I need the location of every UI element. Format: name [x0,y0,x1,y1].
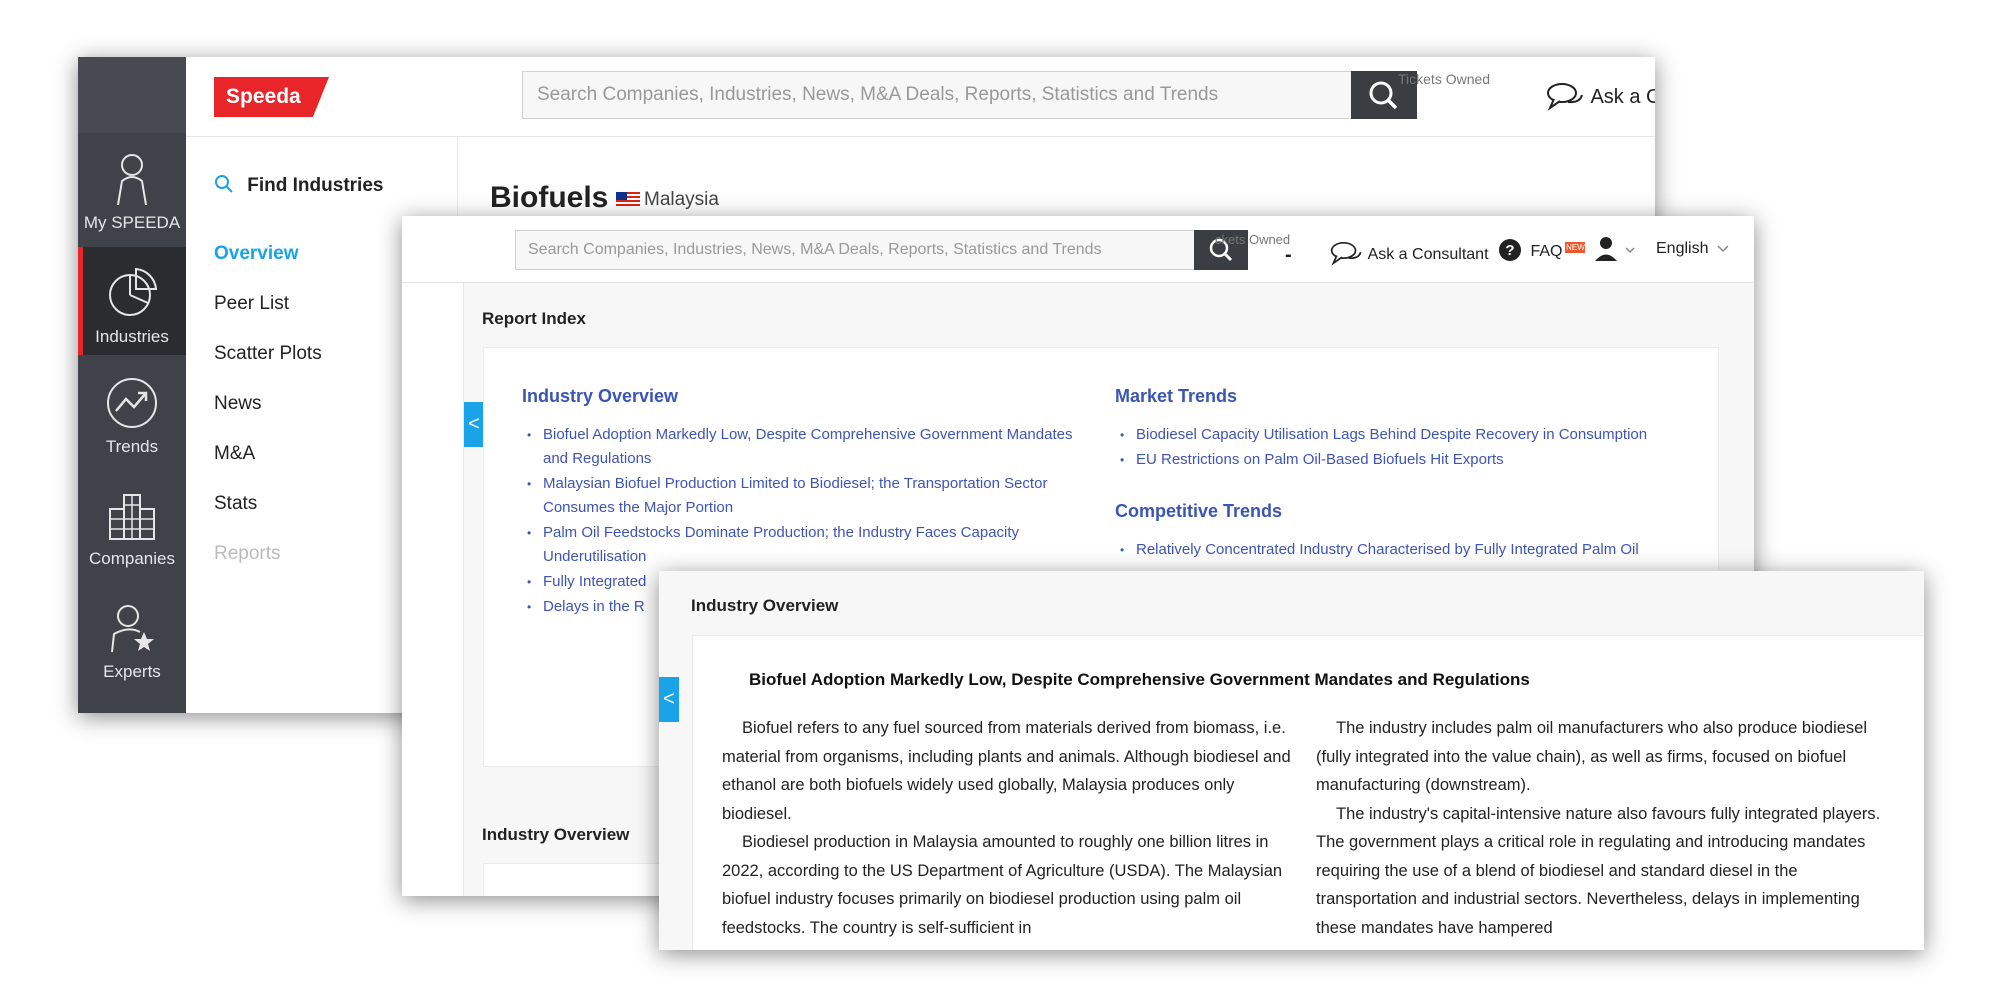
faq-link[interactable]: ? FAQ NEW [1498,238,1586,262]
tickets-owned-label: Tickets Owned [1398,71,1491,87]
search-icon [215,175,233,193]
page-title: Biofuels [490,181,609,214]
article-paragraph: Biofuel refers to any fuel sourced from … [722,719,1291,823]
rail-label: Companies [89,549,175,568]
rail-item-industries[interactable]: Industries [78,247,186,355]
malaysia-flag-icon [616,192,640,206]
left-strip [402,283,464,896]
search-input[interactable]: Search Companies, Industries, News, M&A … [515,230,1195,270]
new-badge: NEW [1565,242,1586,253]
find-industries-label: Find Industries [247,175,384,196]
article-heading: Biofuel Adoption Markedly Low, Despite C… [749,670,1530,689]
industry-overview-heading[interactable]: Industry Overview [522,386,678,407]
nav-item-reports: Reports [214,543,281,564]
collapse-tab-button[interactable]: < [464,402,484,447]
person-icon [117,154,147,206]
article-paragraph: The industry's capital-intensive nature … [1316,804,1881,937]
rail-label: My SPEEDA [83,213,181,232]
tickets-owned-value: - [1285,244,1292,266]
side-rail: My SPEEDA Industries Trends Companies Ex… [78,57,186,713]
user-icon [1595,237,1635,261]
rail-item-trends[interactable]: Trends [78,357,186,465]
ask-consultant-label: Ask a Consultant [1590,86,1655,108]
country-label: Malaysia [644,189,719,210]
report-link[interactable]: Palm Oil Feedstocks Dominate Production;… [521,521,1101,569]
report-link[interactable]: Biodiesel Capacity Utilisation Lags Behi… [1114,423,1714,447]
top-header: Speeda Search Companies, Industries, New… [186,57,1655,137]
rail-item-companies[interactable]: Companies [78,469,186,577]
report-index-title: Report Index [482,309,586,328]
nav-item-news[interactable]: News [214,393,262,415]
help-icon: ? [1499,239,1521,261]
user-menu[interactable] [1594,236,1638,267]
industry-overview-window: Industry Overview < Biofuel Adoption Mar… [659,571,1924,950]
tickets-owned-label: ckets Owned [1215,232,1291,247]
report-link[interactable]: Biofuel Adoption Markedly Low, Despite C… [521,423,1101,471]
top-header: Search Companies, Industries, News, M&A … [402,216,1754,283]
ask-consultant-link[interactable]: Ask a Consultant [1330,240,1489,266]
find-industries-link[interactable]: Find Industries [214,174,383,197]
rail-item-my-speeda[interactable]: My SPEEDA [78,133,186,241]
report-link[interactable]: Relatively Concentrated Industry Charact… [1114,538,1714,562]
nav-item-stats[interactable]: Stats [214,493,257,515]
industry-overview-section-title: Industry Overview [482,825,630,844]
collapse-tab-button[interactable]: < [659,677,679,722]
article-column-left: Biofuel refers to any fuel sourced from … [722,714,1292,942]
competitive-trends-links: Relatively Concentrated Industry Charact… [1114,538,1714,563]
report-link[interactable]: Malaysian Biofuel Production Limited to … [521,472,1101,520]
trend-arrow-icon [107,378,157,428]
language-select[interactable]: English [1656,240,1730,258]
article-paragraph: Biodiesel production in Malaysia amounte… [722,833,1283,937]
article-paragraph: The industry includes palm oil manufactu… [1316,719,1868,794]
rail-label: Industries [95,327,169,346]
search-input[interactable]: Search Companies, Industries, News, M&A … [522,71,1352,119]
nav-item-overview[interactable]: Overview [214,243,299,265]
faq-label: FAQ [1530,243,1563,260]
speeda-logo[interactable]: Speeda [214,77,329,117]
rail-item-experts[interactable]: Experts [78,582,186,690]
nav-item-scatter-plots[interactable]: Scatter Plots [214,343,322,365]
market-trends-heading[interactable]: Market Trends [1115,386,1237,407]
country-tag: Malaysia [616,189,719,211]
nav-item-ma[interactable]: M&A [214,443,255,465]
rail-top [78,57,186,133]
chat-bubbles-icon [1330,241,1362,266]
article-column-right: The industry includes palm oil manufactu… [1316,714,1886,942]
language-label: English [1656,240,1709,257]
expert-icon [111,605,154,653]
chevron-down-icon [1717,245,1729,253]
section-title: Industry Overview [691,596,839,615]
rail-label: Experts [103,662,161,681]
report-link[interactable]: EU Restrictions on Palm Oil-Based Biofue… [1114,448,1714,472]
buildings-icon [109,494,155,540]
pie-chart-icon [109,267,158,316]
ask-consultant-link[interactable]: Ask a Consultant [1546,81,1655,111]
nav-item-peer-list[interactable]: Peer List [214,293,289,315]
competitive-trends-heading[interactable]: Competitive Trends [1115,501,1282,522]
market-trends-links: Biodiesel Capacity Utilisation Lags Behi… [1114,423,1714,473]
ask-consultant-label: Ask a Consultant [1367,246,1489,263]
rail-label: Trends [105,437,159,456]
chat-bubbles-icon [1547,83,1583,111]
svg-text:?: ? [1505,242,1514,259]
